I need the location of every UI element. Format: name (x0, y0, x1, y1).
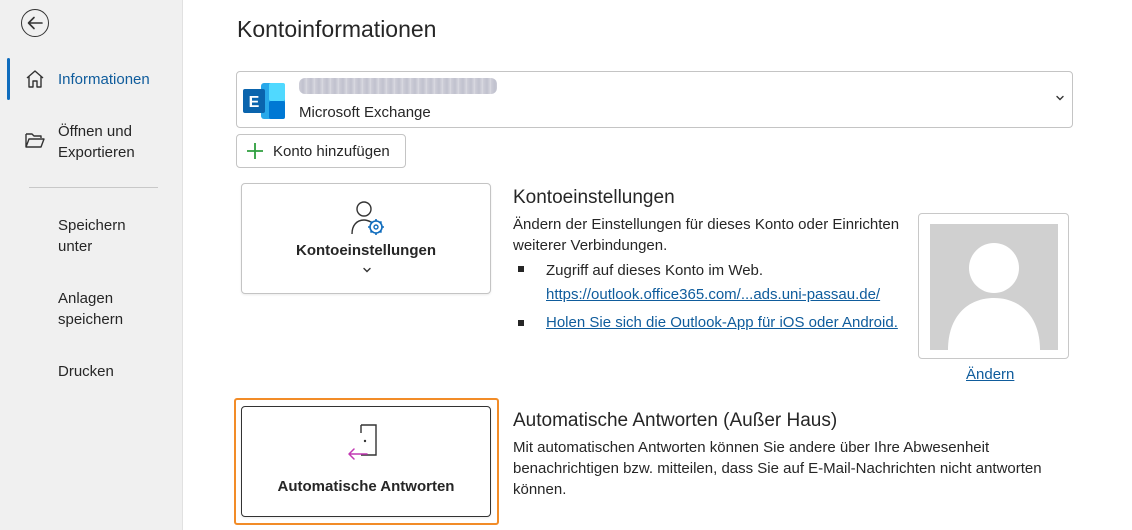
account-settings-heading: Kontoeinstellungen (513, 187, 675, 208)
add-account-label: Konto hinzufügen (273, 142, 390, 160)
account-settings-button[interactable]: Kontoeinstellungen (241, 183, 491, 294)
account-settings-description: weiterer Verbindungen. (513, 237, 668, 254)
change-photo-link[interactable]: Ändern (966, 366, 1014, 383)
automatic-replies-description: können. (513, 481, 567, 498)
plus-icon (247, 143, 263, 159)
sidebar-item-oeffnen-exportieren[interactable]: Öffnen und Exportieren (0, 120, 183, 164)
owa-link[interactable]: https://outlook.office365.com/...ads.uni… (546, 286, 880, 303)
sidebar-item-anlagen-speichern[interactable]: Anlagen speichern (0, 287, 183, 331)
account-settings-tile-label: Kontoeinstellungen (296, 242, 436, 259)
chevron-down-icon (1056, 95, 1064, 101)
back-button[interactable] (21, 9, 49, 37)
automatic-replies-description: Mit automatischen Antworten können Sie a… (513, 439, 990, 456)
sidebar-item-informationen[interactable]: Informationen (0, 68, 183, 92)
sidebar-item-speichern-unter[interactable]: Speichern unter (0, 214, 183, 258)
automatic-replies-description: benachrichtigen bzw. mitteilen, dass Sie… (513, 460, 1042, 477)
page-title: Kontoinformationen (237, 16, 437, 42)
sidebar-item-label: Exportieren (58, 144, 135, 161)
sidebar-item-label: Anlagen (58, 290, 114, 307)
automatic-replies-tile-label: Automatische Antworten (277, 478, 455, 495)
account-type: Microsoft Exchange (299, 104, 431, 121)
chevron-down-icon (363, 267, 371, 273)
web-access-text: Zugriff auf dieses Konto im Web. (546, 262, 764, 279)
sidebar-item-label: Öffnen und (58, 123, 132, 140)
bullet (518, 320, 524, 326)
backstage-sidebar: Informationen Öffnen und Exportieren Spe… (0, 0, 183, 530)
sidebar-item-label: Informationen (58, 71, 150, 88)
automatic-replies-button[interactable]: Automatische Antworten (241, 406, 491, 517)
svg-text:E: E (249, 94, 260, 111)
automatic-replies-heading: Automatische Antworten (Außer Haus) (513, 410, 838, 431)
person-placeholder-icon (948, 243, 1040, 350)
sidebar-item-drucken[interactable]: Drucken (0, 360, 183, 384)
add-account-button[interactable]: Konto hinzufügen (236, 134, 406, 168)
avatar (930, 224, 1058, 350)
profile-photo (918, 213, 1069, 359)
exchange-icon: E (243, 83, 285, 119)
out-of-office-door-icon (348, 424, 377, 460)
home-icon (26, 70, 44, 88)
account-dropdown[interactable]: E Microsoft Exchange (236, 71, 1073, 128)
sidebar-item-label: speichern (58, 311, 124, 328)
sidebar-divider (29, 187, 158, 188)
sidebar-item-label: Speichern (58, 217, 126, 234)
account-settings-icon (351, 201, 384, 235)
folder-open-icon (25, 133, 45, 148)
sidebar-item-label: unter (58, 238, 93, 255)
sidebar-item-label: Drucken (58, 363, 114, 380)
account-settings-description: Ändern der Einstellungen für dieses Kont… (513, 216, 900, 233)
back-arrow-icon (27, 16, 43, 30)
bullet (518, 266, 524, 272)
blurred-email-address (299, 78, 497, 94)
outlook-app-link[interactable]: Holen Sie sich die Outlook-App für iOS o… (546, 314, 898, 331)
